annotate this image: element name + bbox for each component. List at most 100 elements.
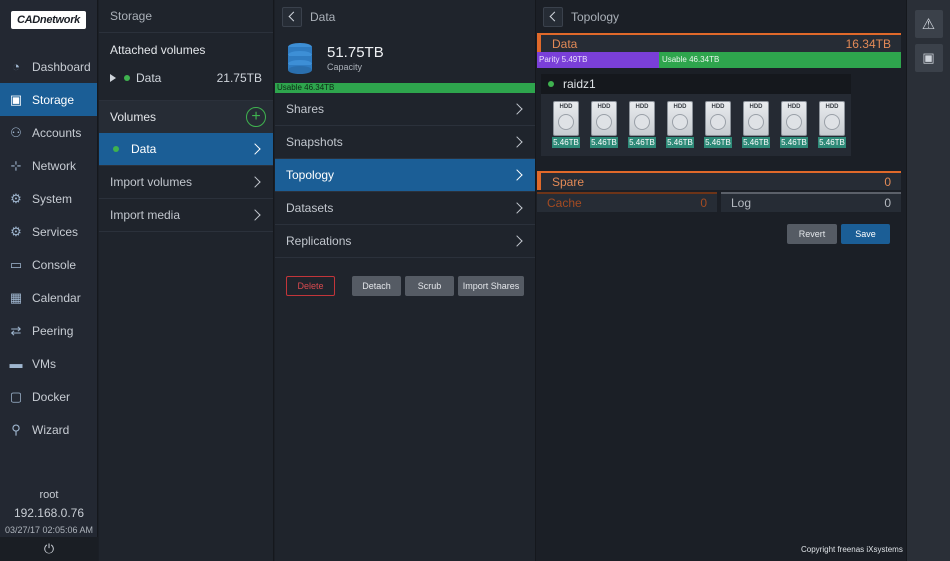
volume-list-label: Import media xyxy=(110,208,181,222)
disk-type-label: HDD xyxy=(711,104,725,110)
console-icon: ▭ xyxy=(9,256,23,272)
sidebar-item-accounts[interactable]: ⚇ Accounts xyxy=(0,116,97,149)
volumes-list: Data Import volumes Import media xyxy=(99,133,273,232)
volume-list-item[interactable]: Data xyxy=(99,133,273,166)
power-button[interactable]: ⏻ xyxy=(0,537,98,561)
topology-actions: Revert Save xyxy=(537,212,901,244)
chevron-right-icon xyxy=(511,235,523,247)
logo-text: CADnetwork xyxy=(10,11,86,29)
cache-log-row: Cache 0 Log 0 xyxy=(537,192,901,212)
disk-type-label: HDD xyxy=(825,104,839,110)
delete-button[interactable]: Delete xyxy=(286,276,335,296)
data-menu-item-replications[interactable]: Replications xyxy=(275,225,535,258)
disk-list: HDD 5.46TB HDD 5.46TB HDD 5.46TB HDD 5.46TB HDD 5… xyxy=(541,94,851,156)
expand-arrow-icon[interactable] xyxy=(110,74,116,82)
alerts-button[interactable]: ⚠ xyxy=(914,10,943,38)
spare-group-bar[interactable]: Spare 0 xyxy=(537,171,901,190)
vms-icon: ▬ xyxy=(9,356,23,371)
sidebar-nav: ◔ Dashboard ▣ Storage ⚇ Accounts ⊹ Network ⚙ Syst… xyxy=(0,50,97,446)
data-menu-label: Snapshots xyxy=(286,135,343,149)
disk-item[interactable]: HDD 5.46TB xyxy=(813,101,851,148)
sidebar-item-label: System xyxy=(32,191,73,206)
sidebar: CADnetwork ◔ Dashboard ▣ Storage ⚇ Accounts ⊹ N… xyxy=(0,0,98,561)
system-icon: ⚙ xyxy=(10,190,22,206)
data-menu-item-topology[interactable]: Topology xyxy=(275,159,535,192)
storage-header: Storage xyxy=(99,0,273,33)
topology-header: Topology xyxy=(537,0,901,33)
chevron-left-icon xyxy=(288,11,299,22)
volume-list-item[interactable]: Import volumes xyxy=(99,166,273,199)
scrub-button[interactable]: Scrub xyxy=(405,276,454,296)
disk-platter-icon xyxy=(634,114,650,130)
sidebar-item-services[interactable]: ⚙ Services xyxy=(0,215,97,248)
volume-list-label: Data xyxy=(131,142,157,156)
capacity-value: 51.75TB xyxy=(327,44,384,61)
cache-value: 0 xyxy=(700,196,707,210)
alert-icon: ⚠ xyxy=(921,16,936,33)
disk-platter-icon xyxy=(710,114,726,130)
detach-button[interactable]: Detach xyxy=(352,276,401,296)
chevron-right-icon xyxy=(511,202,523,214)
hdd-icon: HDD xyxy=(705,101,731,136)
hdd-icon: HDD xyxy=(781,101,807,136)
disk-item[interactable]: HDD 5.46TB xyxy=(661,101,699,148)
sidebar-item-wizard[interactable]: ⚲ Wizard xyxy=(0,413,97,446)
add-volume-button[interactable]: + xyxy=(246,107,266,127)
vdev-card[interactable]: raidz1 HDD 5.46TB HDD 5.46TB HDD 5.46TB HDD 5.4… xyxy=(541,74,851,156)
disk-size: 5.46TB xyxy=(552,137,580,148)
disk-item[interactable]: HDD 5.46TB xyxy=(699,101,737,148)
logo: CADnetwork xyxy=(0,0,97,40)
sidebar-item-peering[interactable]: ⇄ Peering xyxy=(0,314,97,347)
data-menu-item-datasets[interactable]: Datasets xyxy=(275,192,535,225)
import-shares-button[interactable]: Import Shares xyxy=(458,276,524,296)
clipboard-icon: ▣ xyxy=(922,50,935,65)
chevron-right-icon xyxy=(511,136,523,148)
data-menu-label: Topology xyxy=(286,168,335,182)
disk-item[interactable]: HDD 5.46TB xyxy=(623,101,661,148)
disk-item[interactable]: HDD 5.46TB xyxy=(775,101,813,148)
back-button[interactable] xyxy=(282,6,302,27)
data-menu-label: Replications xyxy=(286,234,352,248)
disk-item[interactable]: HDD 5.46TB xyxy=(585,101,623,148)
disk-item[interactable]: HDD 5.46TB xyxy=(737,101,775,148)
attached-volumes-title: Attached volumes xyxy=(110,42,206,57)
hdd-icon: HDD xyxy=(743,101,769,136)
vdev-name: raidz1 xyxy=(563,77,596,91)
data-menu-item-snapshots[interactable]: Snapshots xyxy=(275,126,535,159)
spare-value: 0 xyxy=(884,174,891,189)
attached-volume-row[interactable]: Data 21.75TB xyxy=(99,66,273,90)
sidebar-item-vms[interactable]: ▬ VMs xyxy=(0,347,97,380)
ip-address: 192.168.0.76 xyxy=(13,506,85,520)
disk-size: 5.46TB xyxy=(590,137,618,148)
allocation-bar: Parity 5.49TB Usable 46.34TB xyxy=(537,52,901,68)
disk-item[interactable]: HDD 5.46TB xyxy=(547,101,585,148)
sidebar-item-label: Calendar xyxy=(32,290,81,305)
data-group-bar[interactable]: Data 16.34TB xyxy=(537,33,901,52)
chevron-right-icon xyxy=(249,176,261,188)
disk-size: 5.46TB xyxy=(742,137,770,148)
log-group-bar[interactable]: Log 0 xyxy=(721,192,901,212)
sidebar-item-system[interactable]: ⚙ System xyxy=(0,182,97,215)
disk-platter-icon xyxy=(786,114,802,130)
revert-button[interactable]: Revert xyxy=(787,224,837,244)
disk-platter-icon xyxy=(596,114,612,130)
disk-size: 5.46TB xyxy=(704,137,732,148)
services-icon: ⚙ xyxy=(10,223,22,239)
data-group-title: Data xyxy=(552,36,578,51)
sidebar-item-label: Peering xyxy=(32,323,74,338)
data-menu-item-shares[interactable]: Shares xyxy=(275,93,535,126)
vdev-status-dot-icon xyxy=(548,81,554,87)
volume-list-item[interactable]: Import media xyxy=(99,199,273,232)
chevron-left-icon xyxy=(549,11,560,22)
username: root xyxy=(39,489,59,501)
save-button[interactable]: Save xyxy=(841,224,890,244)
cache-group-bar[interactable]: Cache 0 xyxy=(537,192,717,212)
sidebar-item-console[interactable]: ▭ Console xyxy=(0,248,97,281)
sidebar-item-calendar[interactable]: ▦ Calendar xyxy=(0,281,97,314)
sidebar-item-storage[interactable]: ▣ Storage xyxy=(0,83,97,116)
topology-back-button[interactable] xyxy=(543,6,563,27)
sidebar-item-dashboard[interactable]: ◔ Dashboard xyxy=(0,50,97,83)
sidebar-item-docker[interactable]: ▢ Docker xyxy=(0,380,97,413)
tasks-button[interactable]: ▣ xyxy=(914,44,943,72)
sidebar-item-network[interactable]: ⊹ Network xyxy=(0,149,97,182)
